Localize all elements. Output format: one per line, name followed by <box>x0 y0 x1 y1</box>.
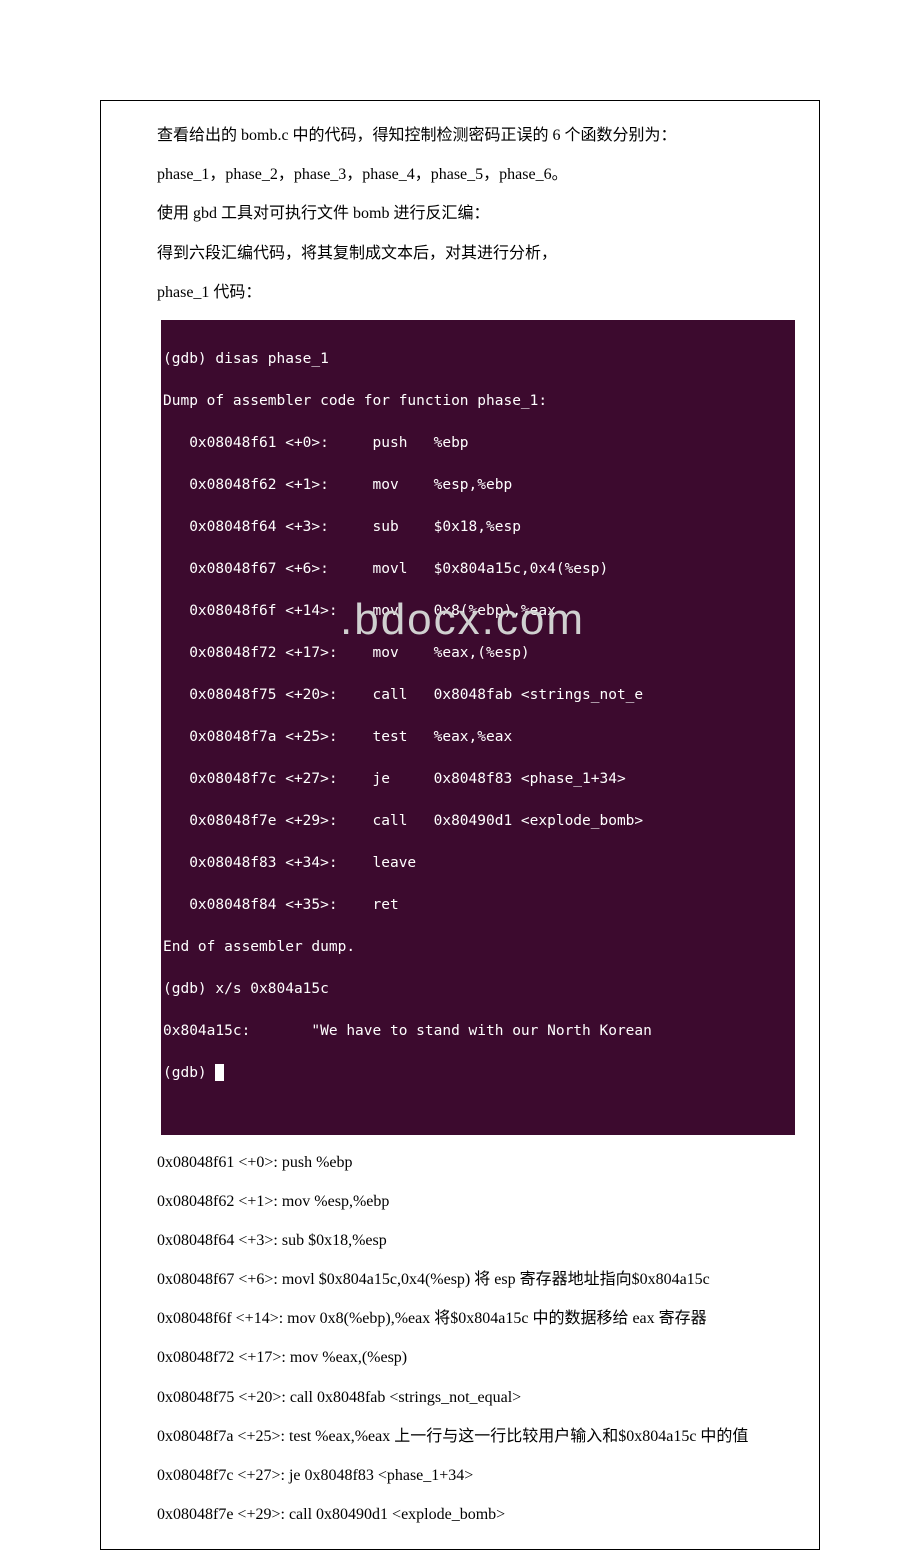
terminal-line: 0x08048f83 <+34>: leave <box>161 853 795 874</box>
terminal-line: 0x08048f75 <+20>: call 0x8048fab <string… <box>161 685 795 706</box>
paragraph-six-segments: 得到六段汇编代码，将其复制成文本后，对其进行分析， <box>101 234 819 273</box>
document-frame: 查看给出的 bomb.c 中的代码，得知控制检测密码正误的 6 个函数分别为： … <box>100 100 820 1550</box>
analysis-line-8: 0x08048f7a <+25>: test %eax,%eax 上一行与这一行… <box>101 1417 819 1456</box>
terminal-line: 0x08048f84 <+35>: ret <box>161 895 795 916</box>
terminal-line: 0x08048f62 <+1>: mov %esp,%ebp <box>161 475 795 496</box>
analysis-line-4: 0x08048f67 <+6>: movl $0x804a15c,0x4(%es… <box>101 1260 819 1299</box>
terminal-line: 0x08048f64 <+3>: sub $0x18,%esp <box>161 517 795 538</box>
analysis-line-9: 0x08048f7c <+27>: je 0x8048f83 <phase_1+… <box>101 1456 819 1495</box>
analysis-line-1: 0x08048f61 <+0>: push %ebp <box>101 1143 819 1182</box>
terminal-line: 0x08048f72 <+17>: mov %eax,(%esp) <box>161 643 795 664</box>
analysis-line-7: 0x08048f75 <+20>: call 0x8048fab <string… <box>101 1378 819 1417</box>
terminal-line: (gdb) disas phase_1 <box>161 349 795 370</box>
terminal-line: Dump of assembler code for function phas… <box>161 391 795 412</box>
paragraph-phases-list: phase_1，phase_2，phase_3，phase_4，phase_5，… <box>101 155 819 194</box>
document-page: .bdocx.com 查看给出的 bomb.c 中的代码，得知控制检测密码正误的… <box>0 0 920 1550</box>
terminal-line: (gdb) <box>161 1063 795 1084</box>
terminal-line: 0x08048f7e <+29>: call 0x80490d1 <explod… <box>161 811 795 832</box>
analysis-line-5: 0x08048f6f <+14>: mov 0x8(%ebp),%eax 将$0… <box>101 1299 819 1338</box>
analysis-line-3: 0x08048f64 <+3>: sub $0x18,%esp <box>101 1221 819 1260</box>
terminal-line: 0x08048f67 <+6>: movl $0x804a15c,0x4(%es… <box>161 559 795 580</box>
paragraph-use-gdb: 使用 gbd 工具对可执行文件 bomb 进行反汇编： <box>101 194 819 233</box>
terminal-line: 0x804a15c: "We have to stand with our No… <box>161 1021 795 1042</box>
terminal-line: End of assembler dump. <box>161 937 795 958</box>
terminal-cursor-icon <box>215 1064 224 1081</box>
paragraph-intro: 查看给出的 bomb.c 中的代码，得知控制检测密码正误的 6 个函数分别为： <box>101 116 819 155</box>
terminal-line: 0x08048f6f <+14>: mov 0x8(%ebp),%eax <box>161 601 795 622</box>
analysis-line-2: 0x08048f62 <+1>: mov %esp,%ebp <box>101 1182 819 1221</box>
analysis-line-10: 0x08048f7e <+29>: call 0x80490d1 <explod… <box>101 1495 819 1534</box>
terminal-block: (gdb) disas phase_1 Dump of assembler co… <box>161 320 795 1135</box>
terminal-line: 0x08048f7c <+27>: je 0x8048f83 <phase_1+… <box>161 769 795 790</box>
terminal-line: (gdb) x/s 0x804a15c <box>161 979 795 1000</box>
terminal-line: 0x08048f7a <+25>: test %eax,%eax <box>161 727 795 748</box>
terminal-line: 0x08048f61 <+0>: push %ebp <box>161 433 795 454</box>
paragraph-phase1-label: phase_1 代码： <box>101 273 819 312</box>
terminal-text: (gdb) <box>163 1065 215 1081</box>
analysis-line-6: 0x08048f72 <+17>: mov %eax,(%esp) <box>101 1338 819 1377</box>
